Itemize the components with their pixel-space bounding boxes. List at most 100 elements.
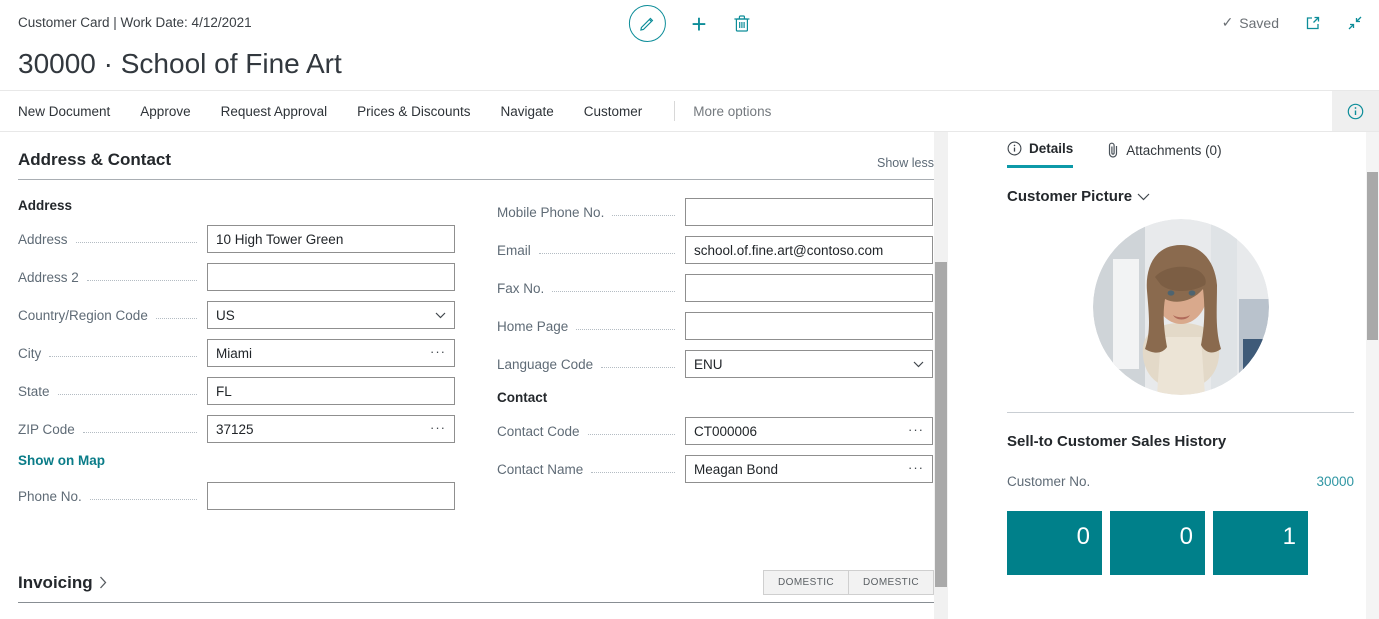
assist-edit-icon[interactable]: ··· bbox=[430, 421, 454, 434]
show-on-map-link[interactable]: Show on Map bbox=[18, 453, 455, 468]
field-email: Email bbox=[497, 236, 933, 264]
more-options-button[interactable]: More options bbox=[693, 104, 771, 119]
form-right-column: Mobile Phone No. Email bbox=[497, 196, 933, 520]
state-input[interactable] bbox=[208, 384, 454, 399]
customer-no-row: Customer No. 30000 bbox=[1007, 474, 1354, 489]
pencil-icon bbox=[638, 15, 655, 32]
window-header: Customer Card | Work Date: 4/12/2021 + ✓… bbox=[0, 0, 1379, 46]
invoicing-title: Invoicing bbox=[18, 573, 93, 593]
factbox-scrollbar-thumb[interactable] bbox=[1367, 172, 1378, 340]
header-right-controls: ✓ Saved bbox=[1222, 14, 1363, 31]
factbox-pane: Details Attachments (0) Customer Picture bbox=[948, 132, 1366, 619]
contact-code-field: ··· bbox=[685, 417, 933, 445]
email-input[interactable] bbox=[686, 243, 932, 258]
sales-history-title: Sell-to Customer Sales History bbox=[1007, 433, 1354, 450]
invoicing-tag-gen-bus-group[interactable]: DOMESTIC bbox=[763, 570, 849, 595]
field-contact-code: Contact Code ··· bbox=[497, 417, 933, 445]
customer-photo[interactable] bbox=[1093, 219, 1269, 395]
tab-attachments[interactable]: Attachments (0) bbox=[1107, 141, 1221, 168]
language-code-input[interactable] bbox=[686, 357, 913, 372]
field-label: Contact Name bbox=[497, 462, 583, 477]
assist-edit-icon[interactable]: ··· bbox=[908, 423, 932, 436]
section-title[interactable]: Address & Contact bbox=[18, 150, 171, 170]
dotted-leader bbox=[156, 318, 197, 319]
delete-button[interactable] bbox=[733, 14, 751, 33]
field-label: Phone No. bbox=[18, 489, 82, 504]
city-input[interactable] bbox=[208, 346, 430, 361]
menu-new-document[interactable]: New Document bbox=[18, 104, 110, 119]
action-bar: New Document Approve Request Approval Pr… bbox=[0, 90, 1379, 132]
field-label: Mobile Phone No. bbox=[497, 205, 604, 220]
field-mobile-phone: Mobile Phone No. bbox=[497, 198, 933, 226]
phone-input[interactable] bbox=[208, 489, 454, 504]
invoicing-tags: DOMESTIC DOMESTIC bbox=[763, 570, 934, 595]
field-label: Fax No. bbox=[497, 281, 544, 296]
edit-button[interactable] bbox=[628, 5, 665, 42]
main-card-area: Address & Contact Show less Address Addr… bbox=[0, 132, 934, 619]
field-zip: ZIP Code ··· bbox=[18, 415, 455, 443]
customer-picture-container bbox=[1007, 219, 1354, 395]
contact-name-input[interactable] bbox=[686, 462, 908, 477]
cue-tile[interactable]: 1 bbox=[1213, 511, 1308, 575]
trash-icon bbox=[733, 14, 751, 33]
dotted-leader bbox=[76, 242, 197, 243]
customer-no-value[interactable]: 30000 bbox=[1316, 474, 1354, 489]
dotted-leader bbox=[58, 394, 197, 395]
field-home-page: Home Page bbox=[497, 312, 933, 340]
new-button[interactable]: + bbox=[691, 11, 706, 37]
context-help-button[interactable] bbox=[1332, 91, 1379, 131]
dotted-leader bbox=[539, 253, 675, 254]
invoicing-toggle[interactable]: Invoicing bbox=[18, 573, 107, 593]
main-scrollbar-thumb[interactable] bbox=[935, 262, 947, 587]
factbox-scrollbar[interactable] bbox=[1366, 132, 1379, 619]
dotted-leader bbox=[90, 499, 197, 500]
save-status: ✓ Saved bbox=[1222, 14, 1279, 31]
field-label: ZIP Code bbox=[18, 422, 75, 437]
city-field: ··· bbox=[207, 339, 455, 367]
contact-name-field: ··· bbox=[685, 455, 933, 483]
main-scrollbar[interactable] bbox=[934, 132, 948, 619]
contact-code-input[interactable] bbox=[686, 424, 908, 439]
info-icon bbox=[1007, 141, 1022, 156]
sales-history-tiles: 0 0 1 bbox=[1007, 511, 1354, 575]
dotted-leader bbox=[612, 215, 675, 216]
assist-edit-icon[interactable]: ··· bbox=[908, 461, 932, 474]
field-label: Home Page bbox=[497, 319, 568, 334]
address-group-label: Address bbox=[18, 198, 455, 213]
field-label: Address 2 bbox=[18, 270, 79, 285]
zip-input[interactable] bbox=[208, 422, 430, 437]
fax-input[interactable] bbox=[686, 281, 932, 296]
page-content: Address & Contact Show less Address Addr… bbox=[0, 132, 1379, 619]
menu-prices-discounts[interactable]: Prices & Discounts bbox=[357, 104, 470, 119]
chevron-down-icon[interactable] bbox=[913, 361, 932, 368]
mobile-phone-field bbox=[685, 198, 933, 226]
menu-navigate[interactable]: Navigate bbox=[500, 104, 553, 119]
address2-input[interactable] bbox=[208, 270, 454, 285]
home-page-input[interactable] bbox=[686, 319, 932, 334]
chevron-down-icon[interactable] bbox=[435, 312, 454, 319]
zip-field: ··· bbox=[207, 415, 455, 443]
tab-details[interactable]: Details bbox=[1007, 141, 1073, 168]
menu-request-approval[interactable]: Request Approval bbox=[221, 104, 328, 119]
cue-tile[interactable]: 0 bbox=[1007, 511, 1102, 575]
field-label: Address bbox=[18, 232, 68, 247]
invoicing-tag-customer-group[interactable]: DOMESTIC bbox=[849, 570, 934, 595]
address-input[interactable] bbox=[208, 232, 454, 247]
state-field bbox=[207, 377, 455, 405]
field-address2: Address 2 bbox=[18, 263, 455, 291]
assist-edit-icon[interactable]: ··· bbox=[430, 345, 454, 358]
customer-picture-title: Customer Picture bbox=[1007, 188, 1132, 205]
country-region-input[interactable] bbox=[208, 308, 435, 323]
open-in-new-window-button[interactable] bbox=[1305, 15, 1321, 31]
collapse-page-button[interactable] bbox=[1347, 15, 1363, 31]
menu-approve[interactable]: Approve bbox=[140, 104, 190, 119]
dotted-leader bbox=[83, 432, 197, 433]
menu-customer[interactable]: Customer bbox=[584, 104, 643, 119]
field-city: City ··· bbox=[18, 339, 455, 367]
mobile-phone-input[interactable] bbox=[686, 205, 932, 220]
country-region-field bbox=[207, 301, 455, 329]
address2-field bbox=[207, 263, 455, 291]
cue-tile[interactable]: 0 bbox=[1110, 511, 1205, 575]
show-less-link[interactable]: Show less bbox=[877, 156, 934, 170]
customer-picture-header[interactable]: Customer Picture bbox=[1007, 188, 1354, 205]
